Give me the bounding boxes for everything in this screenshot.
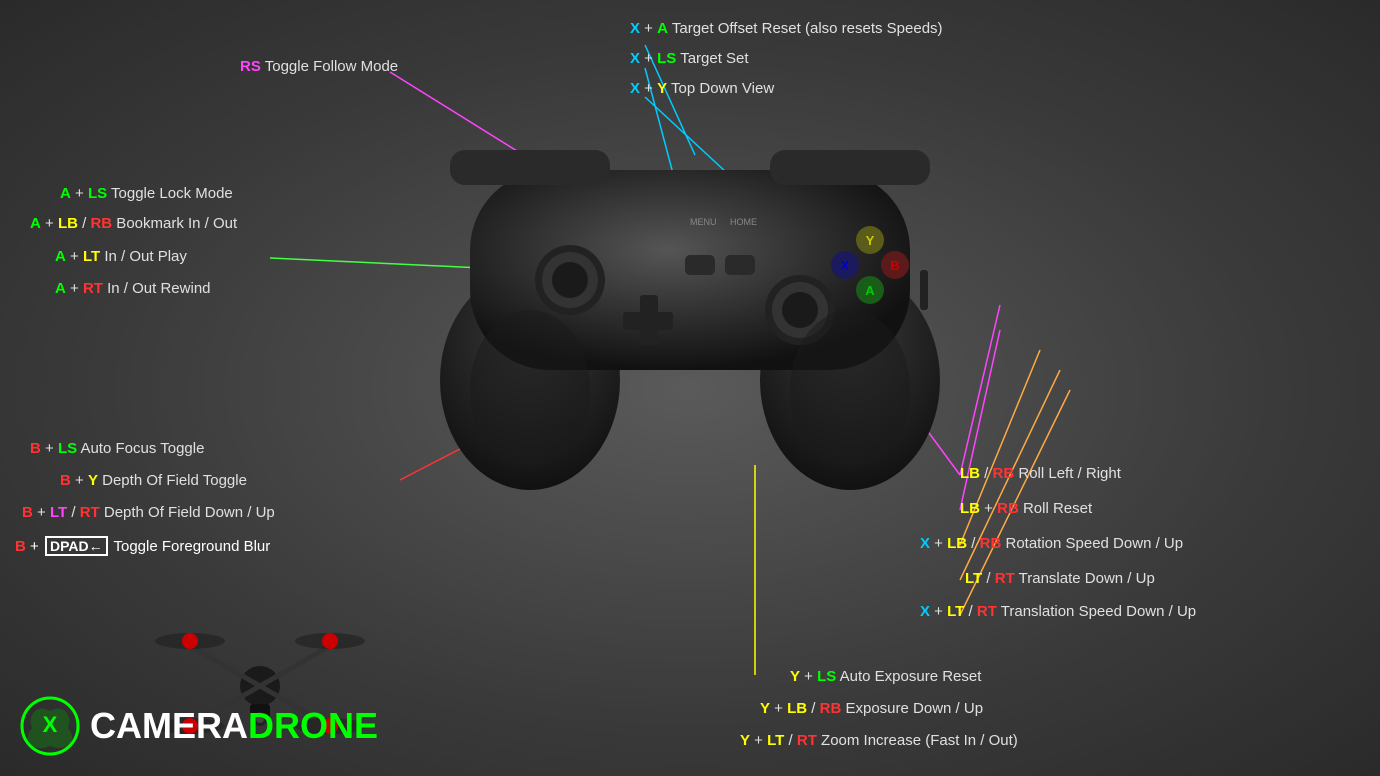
a-lt-label: A + LT In / Out Play xyxy=(55,248,187,265)
rs-toggle-label: RS Toggle Follow Mode xyxy=(240,58,398,75)
x-lb-rb-label: X + LB / RB Rotation Speed Down / Up xyxy=(920,535,1183,552)
lb-plus-rb-label: LB + RB Roll Reset xyxy=(960,500,1092,517)
b-ls-label: B + LS Auto Focus Toggle xyxy=(30,440,204,457)
lb-rb-label: LB / RB Roll Left / Right xyxy=(960,465,1121,482)
svg-text:X: X xyxy=(43,712,58,737)
y-lb-rb-label: Y + LB / RB Exposure Down / Up xyxy=(760,700,983,717)
a-ls-label: A + LS Toggle Lock Mode xyxy=(60,185,233,202)
svg-text:A: A xyxy=(865,283,875,298)
b-lt-rt-label: B + LT / RT Depth Of Field Down / Up xyxy=(22,504,275,521)
svg-text:HOME: HOME xyxy=(730,217,757,227)
svg-text:Y: Y xyxy=(866,233,875,248)
b-dpad-label: B + DPAD← Toggle Foreground Blur xyxy=(15,536,270,556)
x-lt-rt-label: X + LT / RT Translation Speed Down / Up xyxy=(920,603,1196,620)
svg-text:X: X xyxy=(841,258,850,273)
y-ls-label: Y + LS Auto Exposure Reset xyxy=(790,668,981,685)
logo-text: CAMERADRONE xyxy=(90,705,378,747)
logo-area: X CAMERADRONE xyxy=(20,696,378,756)
svg-text:B: B xyxy=(890,258,899,273)
lt-rt-label: LT / RT Translate Down / Up xyxy=(965,570,1155,587)
svg-text:MENU: MENU xyxy=(690,217,717,227)
a-lb-rb-label: A + LB / RB Bookmark In / Out xyxy=(30,215,237,232)
x-y-label: X + Y Top Down View xyxy=(630,80,774,97)
xbox-logo: X xyxy=(20,696,80,756)
x-ls-label: X + LS Target Set xyxy=(630,50,749,67)
y-lt-rt-label: Y + LT / RT Zoom Increase (Fast In / Out… xyxy=(740,732,1018,749)
x-a-label: X + A Target Offset Reset (also resets S… xyxy=(630,20,943,37)
b-y-label: B + Y Depth Of Field Toggle xyxy=(60,472,247,489)
a-rt-label: A + RT In / Out Rewind xyxy=(55,280,211,297)
